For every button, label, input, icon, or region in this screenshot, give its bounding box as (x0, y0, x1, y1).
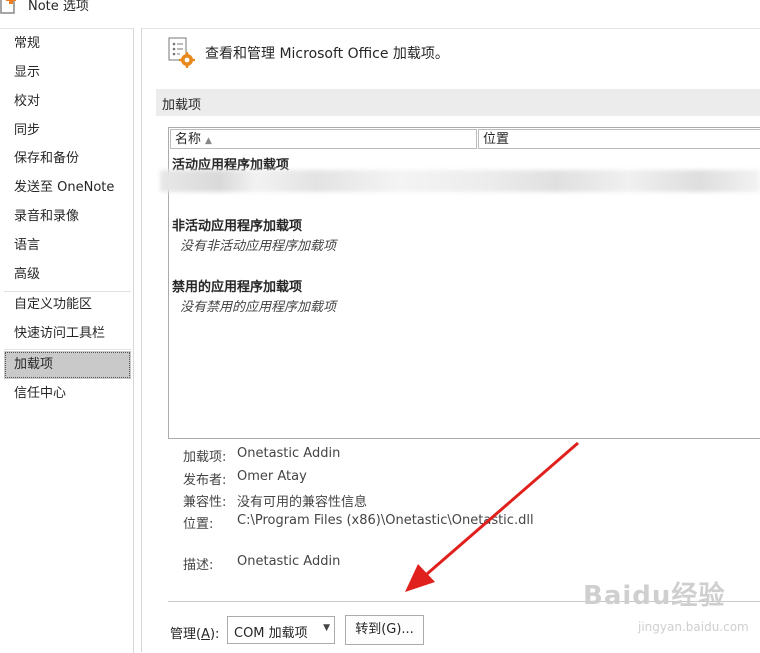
detail-label-description: 描述: (183, 558, 214, 573)
sidebar-item-send-to-onenote[interactable]: 发送至 OneNote (0, 174, 132, 202)
table-row-redacted[interactable] (160, 170, 760, 192)
group-empty-inactive: 没有非活动应用程序加载项 (180, 239, 337, 254)
title-bar: Note 选项 (0, 0, 760, 18)
detail-label-addin: 加载项: (183, 450, 227, 465)
column-header-name-label: 名称 (175, 132, 202, 147)
page-heading: 查看和管理 Microsoft Office 加载项。 (205, 46, 449, 62)
sidebar-item-sync[interactable]: 同步 (0, 117, 132, 145)
goto-button[interactable]: 转到(G)... (345, 615, 424, 645)
sidebar-item-customize-ribbon[interactable]: 自定义功能区 (0, 291, 132, 319)
sidebar-item-proofing[interactable]: 校对 (0, 88, 132, 116)
group-heading-disabled: 禁用的应用程序加载项 (172, 280, 303, 295)
onenote-app-icon (0, 0, 16, 14)
addin-gear-icon (168, 37, 195, 68)
section-header-bar (156, 89, 760, 116)
manage-select[interactable]: COM 加载项 ▼ (227, 616, 335, 644)
column-header-location[interactable]: 位置 (478, 129, 760, 149)
sidebar-item-display[interactable]: 显示 (0, 59, 132, 87)
detail-value-publisher: Omer Atay (237, 469, 307, 484)
group-heading-inactive: 非活动应用程序加载项 (172, 219, 303, 234)
baidu-watermark: Baidu经验 (583, 581, 726, 611)
sidebar-divider (4, 349, 131, 350)
window-title: Note 选项 (28, 0, 89, 14)
group-empty-disabled: 没有禁用的应用程序加载项 (180, 300, 337, 315)
detail-label-compatibility: 兼容性: (183, 495, 227, 510)
detail-value-description: Onetastic Addin (237, 554, 341, 569)
column-header-name[interactable]: 名称 ▲ (170, 129, 477, 149)
detail-label-publisher: 发布者: (183, 473, 227, 488)
detail-value-compatibility: 没有可用的兼容性信息 (237, 495, 368, 510)
sidebar-item-quick-access-toolbar[interactable]: 快速访问工具栏 (0, 320, 132, 348)
detail-value-addin: Onetastic Addin (237, 446, 341, 461)
column-header-location-label: 位置 (483, 132, 510, 147)
sidebar-item-addins[interactable]: 加载项 (4, 351, 131, 379)
sidebar-item-language[interactable]: 语言 (0, 232, 132, 260)
sidebar-item-save-backup[interactable]: 保存和备份 (0, 145, 132, 173)
sort-ascending-icon: ▲ (205, 136, 212, 146)
detail-value-location: C:\Program Files (x86)\Onetastic\Onetast… (237, 513, 534, 528)
sidebar-item-audio-video[interactable]: 录音和录像 (0, 203, 132, 231)
sidebar-item-trust-center[interactable]: 信任中心 (0, 380, 132, 408)
manage-select-value: COM 加载项 (234, 626, 308, 641)
manage-label: 管理(A): (170, 627, 220, 642)
sidebar-item-general[interactable]: 常规 (0, 30, 132, 58)
sidebar-item-advanced[interactable]: 高级 (0, 261, 132, 289)
options-sidebar: 常规 显示 校对 同步 保存和备份 发送至 OneNote 录音和录像 语言 高… (0, 28, 134, 653)
baidu-watermark-url: jingyan.baidu.com (638, 620, 749, 634)
section-title: 加载项 (162, 98, 202, 113)
detail-label-location: 位置: (183, 517, 214, 532)
chevron-down-icon: ▼ (323, 623, 330, 633)
